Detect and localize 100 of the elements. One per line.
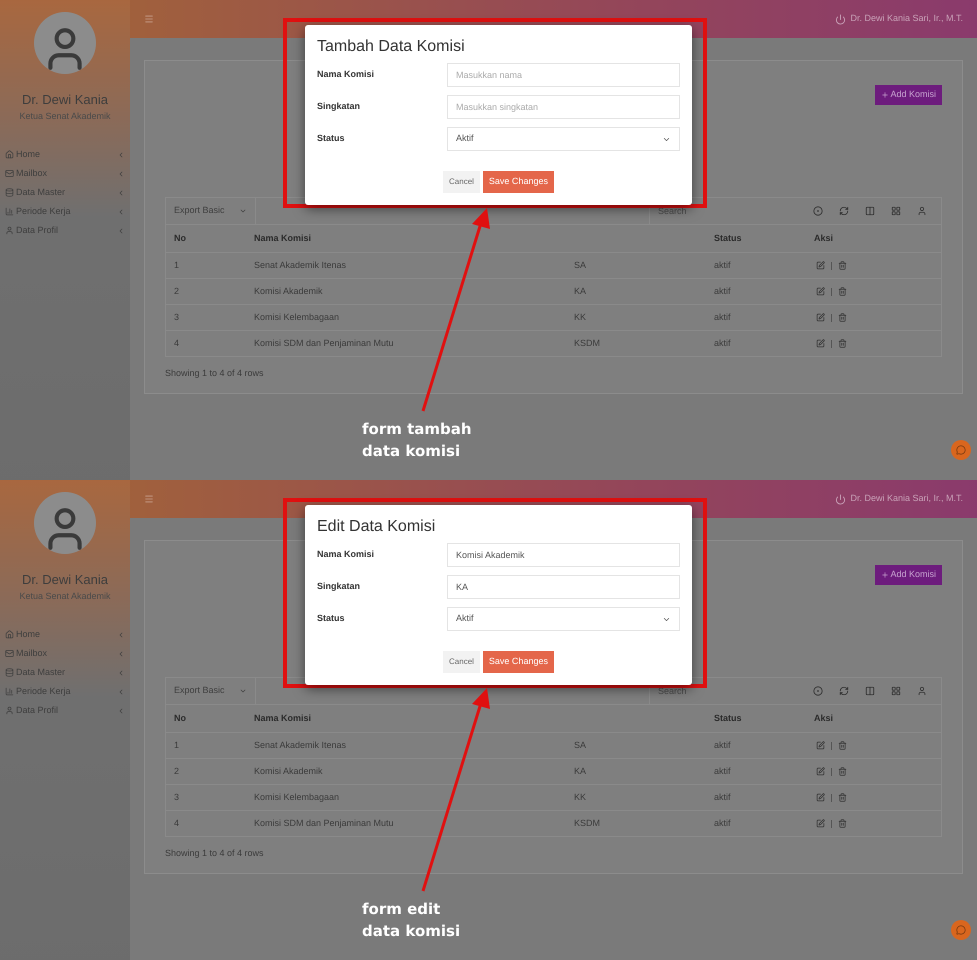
table-cell-text: Senat Akademik Itenas [253,258,348,272]
column-header: Status [713,232,743,245]
table-cell-text: aktif [713,790,732,804]
field-label: Nama Komisi [317,68,376,82]
trash-icon[interactable] [838,339,847,348]
table-cell-text: Komisi SDM dan Penjaminan Mutu [253,816,395,830]
add-button[interactable]: Add Komisi [875,85,942,105]
columns-icon[interactable] [865,686,875,696]
mail-icon [5,649,14,658]
table-cell-text: KSDM [573,336,602,350]
chevron-icon [117,668,125,676]
refresh-icon[interactable] [839,686,849,696]
table-cell-text: 4 [173,336,180,350]
column-header: Nama Komisi [253,712,312,725]
text-field[interactable]: Masukkan singkatan [447,95,680,119]
menu-icon[interactable] [144,494,154,504]
refresh-icon[interactable] [839,206,849,216]
text-field[interactable]: KA [447,575,680,599]
trash-icon[interactable] [838,767,847,776]
sidebar-item[interactable]: Data Master [0,183,130,202]
toggle-icon[interactable] [813,686,823,696]
user-icon [5,706,14,715]
sidebar-item[interactable]: Mailbox [0,644,130,663]
table-cell-text: aktif [713,310,732,324]
table-cell-text: 4 [173,816,180,830]
annotation-text: form edit data komisi [362,899,460,942]
edit-icon[interactable] [816,339,825,348]
modal-title: Edit Data Komisi [317,517,436,537]
database-icon [5,188,14,197]
user-icon[interactable] [917,686,927,696]
bar-chart-icon [5,687,14,696]
sidebar-item[interactable]: Home [0,625,130,644]
table-cell-text: Komisi Akademik [253,764,324,778]
save-button[interactable]: Save Changes [482,171,554,193]
power-icon[interactable] [835,494,846,504]
chevron-icon [117,170,125,178]
edit-icon[interactable] [816,261,825,270]
edit-icon[interactable] [816,313,825,322]
text-field[interactable]: Komisi Akademik [447,543,680,567]
field-label: Status [317,132,346,146]
chevron-icon [117,226,125,234]
chat-icon [956,445,966,455]
cancel-button[interactable]: Cancel [443,171,480,193]
trash-icon[interactable] [838,313,847,322]
caret-icon [239,687,247,695]
chevron-icon [117,706,125,714]
column-header: Aksi [813,232,834,245]
export-select[interactable]: Export Basic [166,678,256,704]
chat-icon [956,925,966,935]
export-select[interactable]: Export Basic [166,198,256,224]
home-icon [5,150,14,159]
select-field[interactable]: Aktif [447,127,680,151]
table-cell-text: aktif [713,764,732,778]
plus-icon [881,571,890,579]
mail-icon [5,169,14,178]
edit-icon[interactable] [816,819,825,828]
table-cell-text: Komisi SDM dan Penjaminan Mutu [253,336,395,350]
header-user-name[interactable]: Dr. Dewi Kania Sari, Ir., M.T. [850,492,963,506]
table-cell-text: aktif [713,738,732,752]
header-user-name[interactable]: Dr. Dewi Kania Sari, Ir., M.T. [850,12,963,26]
cancel-button[interactable]: Cancel [443,651,480,673]
table-footer: Showing 1 to 4 of 4 rows [165,847,942,860]
text-field[interactable]: Masukkan nama [447,63,680,87]
trash-icon[interactable] [838,793,847,802]
sidebar-item[interactable]: Mailbox [0,164,130,183]
table-cell-text: aktif [713,816,732,830]
columns-icon[interactable] [865,206,875,216]
table-cell-text: SA [573,258,588,272]
edit-icon[interactable] [816,741,825,750]
trash-icon[interactable] [838,741,847,750]
grid-icon[interactable] [891,206,901,216]
chevron-icon [117,208,125,216]
trash-icon[interactable] [838,287,847,296]
edit-icon[interactable] [816,767,825,776]
trash-icon[interactable] [838,819,847,828]
add-button[interactable]: Add Komisi [875,565,942,585]
toggle-icon[interactable] [813,206,823,216]
edit-icon[interactable] [816,793,825,802]
table-cell-text: aktif [713,336,732,350]
select-field[interactable]: Aktif [447,607,680,631]
user-role: Ketua Senat Akademik [19,590,111,602]
column-header: No [173,712,187,725]
column-header: Nama Komisi [253,232,312,245]
home-icon [5,630,14,639]
chevron-icon [117,150,125,158]
chevron-icon [117,188,125,196]
annotation-text: form tambah data komisi [362,419,472,462]
menu-icon[interactable] [144,14,154,24]
user-role: Ketua Senat Akademik [19,110,111,122]
save-button[interactable]: Save Changes [482,651,554,673]
sidebar-item[interactable]: Data Master [0,663,130,682]
table-cell-text: Komisi Kelembagaan [253,310,340,324]
user-icon[interactable] [917,206,927,216]
edit-icon[interactable] [816,287,825,296]
table-cell-text: KK [573,790,588,804]
power-icon[interactable] [835,14,846,24]
sidebar-item[interactable]: Home [0,145,130,164]
trash-icon[interactable] [838,261,847,270]
grid-icon[interactable] [891,686,901,696]
user-name: Dr. Dewi Kania [22,91,108,109]
